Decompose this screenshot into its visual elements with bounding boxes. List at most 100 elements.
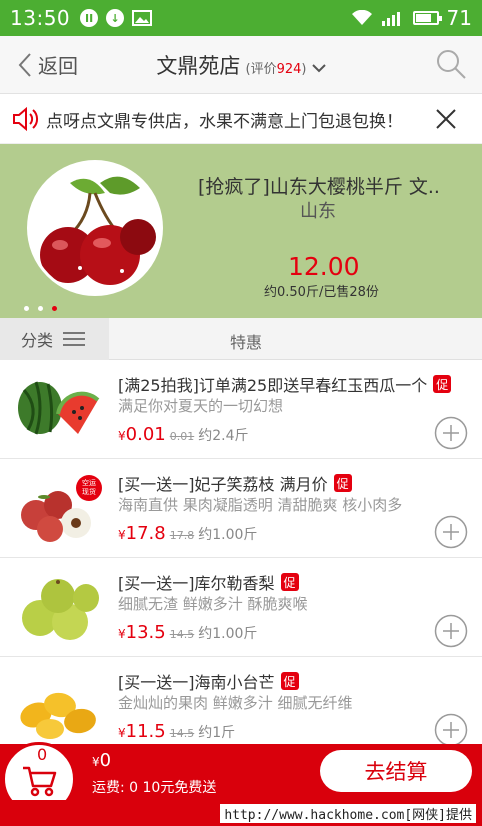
rating-prefix: (评价 [245, 62, 277, 77]
product-title-text: [满25拍我]订单满25即送早春红玉西瓜一个 [118, 376, 428, 395]
product-item[interactable]: 空运 现货 [买一送一]妃子笑荔枝 满月价促海南直供 果肉凝脂透明 清甜脆爽 核小肉… [0, 459, 482, 558]
banner-origin: 山东 [300, 201, 336, 222]
original-price: 14.5 [169, 727, 195, 740]
title-bar: 返回 文鼎苑店 (评价924) [0, 36, 482, 94]
price-currency: ¥ [118, 726, 126, 740]
rating-suffix: ) [301, 62, 307, 77]
product-price: ¥11.5 14.5 约1斤 [118, 721, 235, 742]
category-button[interactable]: 分类 [0, 318, 109, 360]
price-value: 11.5 [125, 721, 166, 742]
status-bar: 13:50 II ↓ 71 [0, 0, 482, 36]
promo-badge: 促 [280, 573, 299, 591]
store-title[interactable]: 文鼎苑店 (评价924) [0, 50, 482, 80]
promo-badge: 促 [280, 672, 299, 690]
category-label: 分类 [21, 331, 54, 350]
product-item[interactable]: [满25拍我]订单满25即送早春红玉西瓜一个促满足你对夏天的一切幻想 ¥0.01 0… [0, 360, 482, 459]
product-thumbnail [14, 370, 102, 448]
product-desc: 细腻无渣 鲜嫩多汁 酥脆爽喉 [118, 595, 308, 613]
banner-price: 12.00 [288, 252, 360, 281]
product-title-text: [买一送一]海南小台芒 [118, 673, 275, 692]
cherry-image [27, 160, 163, 296]
download-icon: ↓ [106, 9, 125, 27]
watermark-text: http://www.hackhome.com[网侠]提供 [220, 804, 476, 823]
system-icons: 71 [351, 6, 472, 30]
add-to-cart-icon[interactable] [434, 713, 468, 747]
product-title-text: [买一送一]妃子笑荔枝 满月价 [118, 475, 328, 494]
special-offer-tab[interactable]: 特惠 [230, 329, 262, 353]
notice-text: 点呀点文鼎专供店，水果不满意上门包退包换！ [46, 112, 403, 132]
product-weight: 约1.00斤 [198, 527, 258, 543]
product-desc: 金灿灿的果肉 鲜嫩多汁 细腻无纤维 [118, 694, 353, 712]
cart-bar: 0 ¥0 运费: 0 10元免费送 去结算 [0, 742, 482, 816]
add-to-cart-icon[interactable] [434, 416, 468, 450]
notice-bar: 点呀点文鼎专供店，水果不满意上门包退包换！ [0, 94, 482, 144]
product-weight: 约2.4斤 [198, 428, 249, 444]
product-price: ¥0.01 0.01 约2.4斤 [118, 424, 248, 445]
product-item[interactable]: [买一送一]库尔勒香梨促细腻无渣 鲜嫩多汁 酥脆爽喉 ¥13.5 14.5 约1.00… [0, 558, 482, 657]
close-icon[interactable] [434, 107, 458, 131]
carousel-dot[interactable] [38, 306, 43, 311]
menu-icon [63, 332, 86, 346]
category-bar: 分类 特惠 [0, 318, 482, 360]
price-currency: ¥ [118, 627, 126, 641]
chevron-down-icon [311, 64, 326, 73]
promo-badge: 促 [433, 375, 452, 393]
status-time: 13:50 [10, 6, 71, 30]
notification-icons: II ↓ [80, 9, 153, 27]
product-title: [满25拍我]订单满25即送早春红玉西瓜一个促 [118, 372, 452, 396]
product-title: [买一送一]海南小台芒促 [118, 669, 299, 693]
product-title: [买一送一]妃子笑荔枝 满月价促 [118, 471, 352, 495]
original-price: 17.8 [169, 529, 195, 542]
carousel-dot[interactable] [24, 306, 29, 311]
promo-banner[interactable]: [抢疯了]山东大樱桃半斤 文.. 山东 12.00 约0.50斤/已售28份 [0, 144, 482, 318]
product-list: [满25拍我]订单满25即送早春红玉西瓜一个促满足你对夏天的一切幻想 ¥0.01 0… [0, 360, 482, 756]
signal-icon [381, 12, 400, 26]
image-icon [132, 10, 153, 26]
price-value: 17.8 [125, 523, 166, 544]
thumb-tag-line: 空运 [82, 479, 96, 487]
banner-title: [抢疯了]山东大樱桃半斤 文.. [198, 176, 440, 198]
rating-count: 924 [276, 62, 302, 77]
add-to-cart-icon[interactable] [434, 614, 468, 648]
product-thumbnail [14, 568, 102, 646]
price-currency: ¥ [118, 429, 126, 443]
watermark-strip: http://www.hackhome.com[网侠]提供 [0, 800, 482, 826]
product-weight: 约1斤 [198, 725, 236, 741]
carousel-dot[interactable] [52, 306, 57, 311]
product-desc: 海南直供 果肉凝脂透明 清甜脆爽 核小肉多 [118, 496, 403, 514]
price-value: 0.01 [125, 424, 166, 445]
shipping-info: 运费: 0 10元免费送 [92, 780, 217, 796]
carousel-dots [24, 306, 57, 311]
promo-badge: 促 [333, 474, 352, 492]
product-weight: 约1.00斤 [198, 626, 258, 642]
product-title: [买一送一]库尔勒香梨促 [118, 570, 299, 594]
product-price: ¥13.5 14.5 约1.00斤 [118, 622, 257, 643]
thumb-tag-line: 现货 [82, 488, 96, 496]
battery-icon [412, 11, 442, 25]
original-price: 0.01 [169, 430, 195, 443]
add-to-cart-icon[interactable] [434, 515, 468, 549]
battery-level: 71 [446, 6, 472, 30]
product-title-text: [买一送一]库尔勒香梨 [118, 574, 275, 593]
cart-icon [23, 766, 57, 797]
thumb-tag-badge: 空运 现货 [76, 475, 102, 501]
product-thumbnail [14, 667, 102, 745]
price-value: 13.5 [125, 622, 166, 643]
cart-count: 0 [37, 745, 48, 764]
price-currency: ¥ [118, 528, 126, 542]
pause-icon: II [80, 9, 99, 27]
store-rating: (评价924) [246, 62, 307, 77]
search-icon[interactable] [434, 47, 468, 81]
checkout-button[interactable]: 去结算 [320, 750, 472, 792]
banner-meta: 约0.50斤/已售28份 [264, 285, 379, 300]
original-price: 14.5 [169, 628, 195, 641]
cart-total-value: 0 [99, 750, 112, 771]
product-thumbnail: 空运 现货 [14, 469, 102, 547]
product-price: ¥17.8 17.8 约1.00斤 [118, 523, 257, 544]
speaker-icon [13, 106, 39, 132]
product-item[interactable]: [买一送一]海南小台芒促金灿灿的果肉 鲜嫩多汁 细腻无纤维 ¥11.5 14.5 约1… [0, 657, 482, 756]
cart-total: ¥0 [92, 750, 111, 771]
cart-currency: ¥ [92, 755, 100, 769]
wifi-icon [351, 10, 372, 25]
product-desc: 满足你对夏天的一切幻想 [118, 397, 284, 415]
